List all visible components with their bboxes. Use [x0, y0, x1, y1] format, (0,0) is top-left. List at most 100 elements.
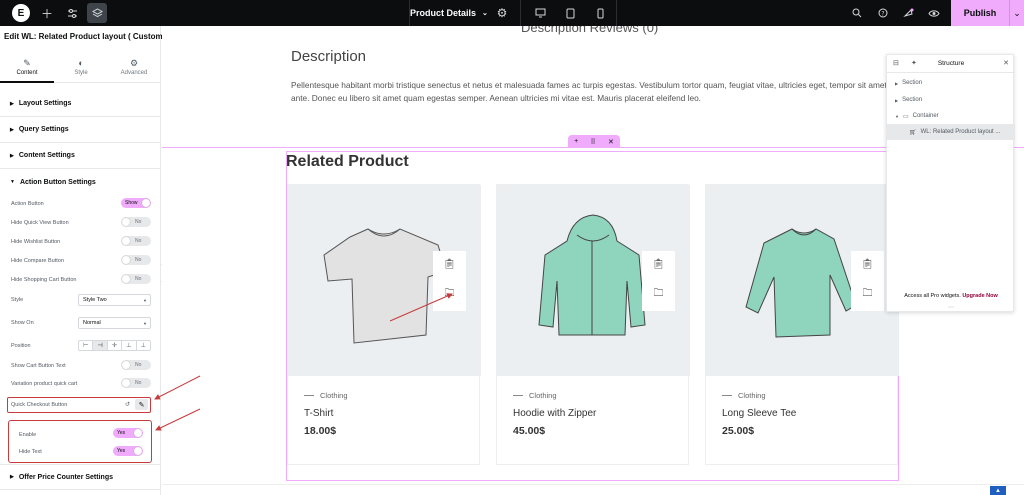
product-name[interactable]: Hoodie with Zipper — [513, 408, 596, 419]
product-category[interactable]: Clothing — [513, 391, 557, 400]
divider — [162, 484, 1024, 485]
quick-checkout-options: Enable Yes Hide Text Yes — [8, 420, 152, 463]
preview-eye-icon[interactable] — [924, 3, 944, 23]
half-circle-icon: ◐ — [78, 58, 84, 68]
related-product-heading: Related Product — [286, 153, 409, 170]
publish-button[interactable]: Publish — [951, 0, 1009, 26]
dash — [304, 395, 314, 396]
caret-down-icon: ▼ — [10, 179, 15, 185]
folder-icon[interactable]: 🗀 — [863, 286, 873, 303]
drag-grid-icon[interactable]: ⠿ — [591, 138, 596, 146]
product-category[interactable]: Clothing — [722, 391, 766, 400]
panel-tabs: ✎ Content ◐ Style ⚙ Advanced — [0, 54, 161, 83]
upgrade-link[interactable]: Upgrade Now — [962, 293, 997, 299]
elementor-logo-icon[interactable]: E — [12, 4, 30, 22]
magic-icon[interactable]: ✦ — [911, 59, 917, 67]
position-bottom-alt-icon[interactable]: ⊥ — [137, 341, 150, 350]
close-icon[interactable]: ✕ — [1003, 59, 1009, 67]
tab-advanced[interactable]: ⚙ Advanced — [107, 54, 161, 83]
show-on-label: Show On — [11, 320, 34, 326]
publish-options-chevron-icon[interactable]: ⌄ — [1009, 0, 1024, 26]
gear-icon[interactable]: ⚙ — [492, 3, 512, 23]
position-center-icon[interactable]: ✛ — [108, 341, 123, 350]
position-right-icon[interactable]: ⊣ — [93, 341, 108, 350]
hide-shopping-cart-toggle[interactable]: No — [121, 274, 151, 284]
tab-content[interactable]: ✎ Content — [0, 54, 54, 83]
product-card[interactable]: 📋︎ 🗀 Clothing Hoodie with Zipper 45.00$ — [496, 184, 690, 465]
structure-item-section[interactable]: ▶ Section — [887, 92, 1015, 108]
tab-label: Advanced — [120, 70, 148, 76]
search-icon[interactable] — [847, 3, 867, 23]
description-heading: Description — [291, 48, 367, 65]
hide-text-toggle[interactable]: Yes — [113, 446, 143, 456]
show-cart-text-label: Show Cart Button Text — [11, 363, 66, 369]
scroll-to-top-button[interactable]: ▲ — [990, 486, 1006, 495]
caret-right-icon: ▶ — [10, 474, 14, 480]
add-icon[interactable]: + — [574, 138, 578, 145]
caret-right-icon: ▶ — [10, 100, 14, 107]
cart-icon: 🛒︎ — [909, 129, 917, 136]
position-left-icon[interactable]: ⊢ — [79, 341, 94, 350]
product-category[interactable]: Clothing — [304, 391, 348, 400]
action-button-toggle[interactable]: Show — [121, 198, 151, 208]
hide-compare-label: Hide Compare Button — [11, 258, 64, 264]
position-choices: ⊢ ⊣ ✛ ⊥ ⊥ — [78, 340, 151, 351]
style-select[interactable]: Style Two ▼ — [78, 294, 151, 306]
tablet-icon[interactable] — [560, 3, 580, 23]
add-icon[interactable]: ＋ — [37, 3, 57, 23]
clipboard-icon[interactable]: 📋︎ — [443, 259, 456, 270]
folder-icon[interactable]: 🗀 — [445, 286, 455, 303]
pencil-icon[interactable]: ✎ — [135, 399, 148, 410]
settings-sliders-icon[interactable] — [62, 3, 82, 23]
variation-quick-cart-toggle[interactable]: No — [121, 378, 151, 388]
hide-quick-view-toggle[interactable]: No — [121, 217, 151, 227]
section-offer-price-counter[interactable]: ▶ Offer Price Counter Settings — [0, 464, 161, 490]
product-name[interactable]: Long Sleeve Tee — [722, 408, 796, 419]
product-price: 18.00$ — [304, 425, 337, 437]
section-action-button-settings[interactable]: ▼ Action Button Settings — [0, 169, 161, 195]
desktop-icon[interactable] — [530, 3, 550, 23]
section-content-settings[interactable]: ▶ Content Settings — [0, 143, 161, 169]
collapse-icon[interactable]: ⊟ — [893, 59, 899, 67]
toggle-text: Show — [125, 200, 138, 206]
product-tabs[interactable]: Description Reviews (0) — [521, 26, 658, 35]
section-layout-settings[interactable]: ▶ Layout Settings — [0, 91, 161, 117]
hide-compare-toggle[interactable]: No — [121, 255, 151, 265]
product-card[interactable]: 📋︎ 🗀 Clothing T-Shirt 18.00$ — [287, 184, 481, 465]
close-icon[interactable]: ✕ — [608, 138, 614, 146]
enable-label: Enable — [19, 432, 37, 438]
help-icon[interactable]: ? — [873, 3, 893, 23]
folder-icon[interactable]: 🗀 — [654, 286, 664, 303]
structure-item-section[interactable]: ▶ Section — [887, 75, 1015, 91]
hide-wishlist-toggle[interactable]: No — [121, 236, 151, 246]
mobile-icon[interactable] — [590, 3, 610, 23]
toggle-knob — [142, 199, 150, 207]
clipboard-icon[interactable]: 📋︎ — [652, 259, 665, 270]
enable-toggle[interactable]: Yes — [113, 428, 143, 438]
structure-item-related-product[interactable]: 🛒︎ WL: Related Product layout ... — [887, 124, 1015, 140]
position-bottom-icon[interactable]: ⊥ — [122, 341, 137, 350]
show-cart-text-toggle[interactable]: No — [121, 360, 151, 370]
divider — [520, 0, 521, 26]
container-icon: ▭ — [902, 113, 909, 120]
structure-item-container[interactable]: ▼ ▭ Container — [887, 108, 1015, 124]
pencil-icon: ✎ — [23, 58, 31, 68]
structure-header: ⊟ ✦ Structure ✕ — [887, 55, 1015, 73]
clipboard-icon[interactable]: 📋︎ — [861, 259, 874, 270]
product-name[interactable]: T-Shirt — [304, 408, 333, 419]
section-label: Content Settings — [18, 152, 75, 159]
tab-label: Style — [74, 70, 88, 76]
container-handle[interactable]: + ⠿ ✕ — [568, 135, 620, 148]
reset-icon[interactable]: ↺ — [125, 401, 130, 408]
quick-checkout-popover-control[interactable]: Quick Checkout Button ↺ ✎ — [7, 397, 151, 413]
product-card[interactable]: 📋︎ 🗀 Clothing Long Sleeve Tee 25.00$ — [705, 184, 899, 465]
show-on-select[interactable]: Normal ▼ — [78, 317, 151, 329]
notifications-icon[interactable] — [898, 3, 918, 23]
toggle-knob — [122, 379, 130, 387]
hide-quick-view-label: Hide Quick View Button — [11, 220, 69, 226]
resize-grip-icon[interactable]: ⋯ — [887, 304, 1015, 311]
page-title: Product Details — [410, 8, 477, 18]
section-query-settings[interactable]: ▶ Query Settings — [0, 117, 161, 143]
layers-icon[interactable] — [87, 3, 107, 23]
tab-style[interactable]: ◐ Style — [54, 54, 108, 83]
